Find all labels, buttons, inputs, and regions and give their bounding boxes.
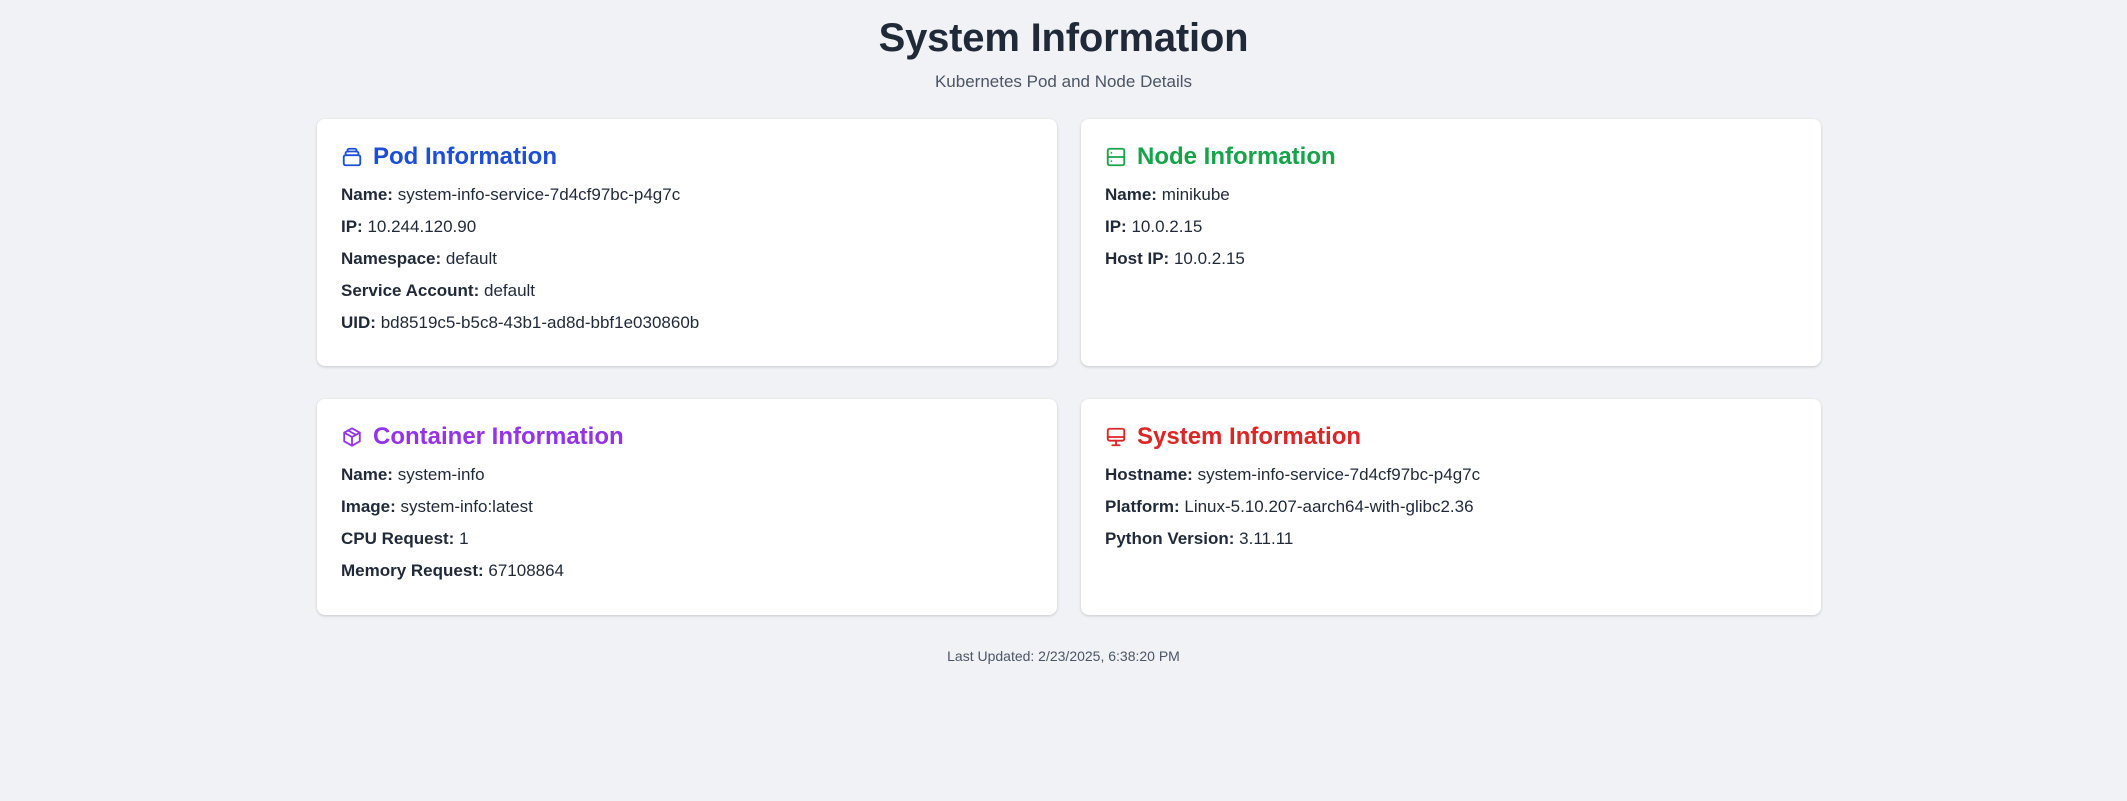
node-name-value: minikube (1161, 185, 1230, 204)
container-image-row: Image: system-info:latest (341, 497, 1033, 517)
node-host-ip-value: 10.0.2.15 (1173, 249, 1245, 268)
field-label: Name: (341, 465, 393, 484)
field-label: Namespace: (341, 249, 442, 268)
card-header: Node Information (1105, 141, 1797, 173)
field-label: Python Version: (1105, 529, 1235, 548)
last-updated-text: Last Updated: 2/23/2025, 6:38:20 PM (947, 648, 1180, 664)
card-header: Pod Information (341, 141, 1033, 173)
card-title: Container Information (373, 423, 624, 450)
field-label: Hostname: (1105, 465, 1193, 484)
field-label: IP: (341, 217, 363, 236)
container-cpu-request-value: 1 (459, 529, 469, 548)
page-title: System Information (878, 16, 1249, 60)
page-header: System Information Kubernetes Pod and No… (0, 14, 2127, 92)
pod-ip-value: 10.244.120.90 (367, 217, 477, 236)
node-name-row: Name: minikube (1105, 185, 1797, 205)
system-platform-row: Platform: Linux-5.10.207-aarch64-with-gl… (1105, 497, 1797, 517)
system-python-version-row: Python Version: 3.11.11 (1105, 529, 1797, 549)
container-memory-request-row: Memory Request: 67108864 (341, 561, 1033, 581)
field-label: Memory Request: (341, 561, 484, 580)
card-header: Container Information (341, 421, 1033, 453)
field-label: IP: (1105, 217, 1127, 236)
card-header: System Information (1105, 421, 1797, 453)
container-information-card: Container Information Name: system-info … (317, 399, 1057, 615)
pod-uid-value: bd8519c5-b5c8-43b1-ad8d-bbf1e030860b (380, 313, 700, 332)
field-label: Name: (341, 185, 393, 204)
field-label: Service Account: (341, 281, 480, 300)
container-name-value: system-info (397, 465, 485, 484)
system-information-card: System Information Hostname: system-info… (1081, 399, 1821, 615)
box-icon (341, 426, 363, 448)
pod-service-account-row: Service Account: default (341, 281, 1033, 301)
info-grid: Pod Information Name: system-info-servic… (317, 119, 1821, 615)
card-title: System Information (1137, 423, 1362, 450)
layers-icon (341, 146, 363, 168)
container-image-value: system-info:latest (400, 497, 533, 516)
page-subtitle: Kubernetes Pod and Node Details (934, 72, 1193, 91)
card-title: Pod Information (373, 143, 557, 170)
field-label: Platform: (1105, 497, 1180, 516)
node-ip-row: IP: 10.0.2.15 (1105, 217, 1797, 237)
server-icon (1105, 146, 1127, 168)
pod-information-card: Pod Information Name: system-info-servic… (317, 119, 1057, 366)
field-label: Name: (1105, 185, 1157, 204)
pod-namespace-value: default (445, 249, 497, 268)
node-information-card: Node Information Name: minikube IP: 10.0… (1081, 119, 1821, 366)
pod-uid-row: UID: bd8519c5-b5c8-43b1-ad8d-bbf1e030860… (341, 313, 1033, 333)
field-label: Image: (341, 497, 396, 516)
container-memory-request-value: 67108864 (488, 561, 565, 580)
pod-name-value: system-info-service-7d4cf97bc-p4g7c (397, 185, 681, 204)
card-title: Node Information (1137, 143, 1336, 170)
system-hostname-row: Hostname: system-info-service-7d4cf97bc-… (1105, 465, 1797, 485)
container-cpu-request-row: CPU Request: 1 (341, 529, 1033, 549)
field-label: Host IP: (1105, 249, 1170, 268)
field-label: CPU Request: (341, 529, 455, 548)
system-platform-value: Linux-5.10.207-aarch64-with-glibc2.36 (1184, 497, 1474, 516)
monitor-icon (1105, 426, 1127, 448)
field-label: UID: (341, 313, 376, 332)
pod-ip-row: IP: 10.244.120.90 (341, 217, 1033, 237)
pod-namespace-row: Namespace: default (341, 249, 1033, 269)
system-python-version-value: 3.11.11 (1239, 529, 1294, 548)
node-host-ip-row: Host IP: 10.0.2.15 (1105, 249, 1797, 269)
pod-name-row: Name: system-info-service-7d4cf97bc-p4g7… (341, 185, 1033, 205)
system-hostname-value: system-info-service-7d4cf97bc-p4g7c (1197, 465, 1481, 484)
node-ip-value: 10.0.2.15 (1131, 217, 1203, 236)
pod-service-account-value: default (483, 281, 536, 300)
container-name-row: Name: system-info (341, 465, 1033, 485)
